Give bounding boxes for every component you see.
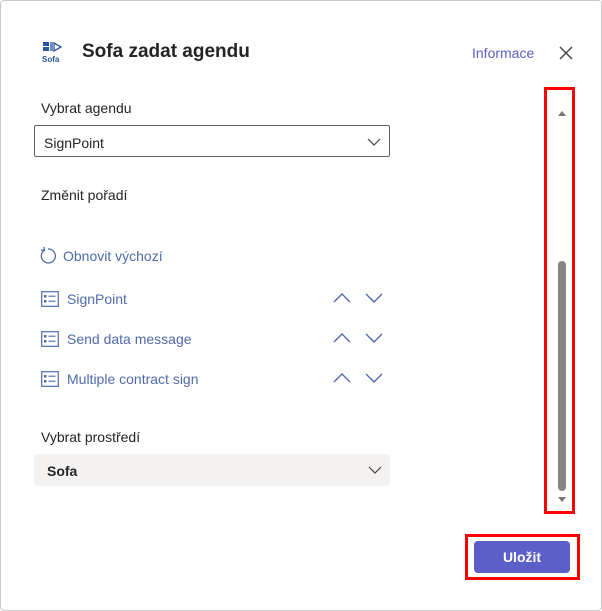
move-down-icon[interactable] — [364, 330, 384, 346]
reorder-label: Změnit pořadí — [41, 187, 128, 203]
scrollbar-thumb[interactable] — [558, 261, 566, 491]
agenda-select-value: SignPoint — [44, 135, 104, 151]
close-icon[interactable] — [558, 45, 574, 61]
environment-select[interactable]: Sofa — [34, 454, 390, 486]
agenda-select[interactable]: SignPoint — [34, 125, 390, 157]
list-icon — [41, 371, 59, 387]
move-down-icon[interactable] — [364, 290, 384, 306]
save-button[interactable]: Uložit — [474, 541, 570, 573]
environment-select-value: Sofa — [47, 463, 78, 479]
sofa-agenda-dialog: Sofa Sofa zadat agendu Informace Vybrat … — [0, 0, 602, 611]
list-icon — [41, 291, 59, 307]
order-item-label: SignPoint — [67, 291, 127, 307]
move-up-icon[interactable] — [332, 290, 352, 306]
order-item-label: Multiple contract sign — [67, 371, 199, 387]
order-item-multiple-contract-sign: Multiple contract sign — [41, 368, 391, 392]
refresh-icon — [40, 246, 56, 264]
sofa-app-icon: Sofa — [42, 41, 63, 64]
environment-label: Vybrat prostředí — [41, 429, 141, 445]
move-down-icon[interactable] — [364, 370, 384, 386]
svg-text:Sofa: Sofa — [42, 55, 60, 64]
scroll-down-arrow-icon[interactable] — [557, 496, 567, 504]
move-up-icon[interactable] — [332, 370, 352, 386]
order-item-signpoint: SignPoint — [41, 288, 391, 312]
scroll-up-arrow-icon[interactable] — [557, 109, 567, 117]
list-icon — [41, 331, 59, 347]
reset-default-label: Obnovit výchozí — [63, 248, 163, 264]
move-up-icon[interactable] — [332, 330, 352, 346]
chevron-down-icon — [367, 138, 381, 146]
dialog-title: Sofa zadat agendu — [82, 41, 250, 62]
agenda-label: Vybrat agendu — [41, 100, 132, 116]
order-item-label: Send data message — [67, 331, 192, 347]
order-item-send-data-message: Send data message — [41, 328, 391, 352]
chevron-down-icon — [368, 466, 382, 474]
info-link[interactable]: Informace — [472, 45, 534, 61]
